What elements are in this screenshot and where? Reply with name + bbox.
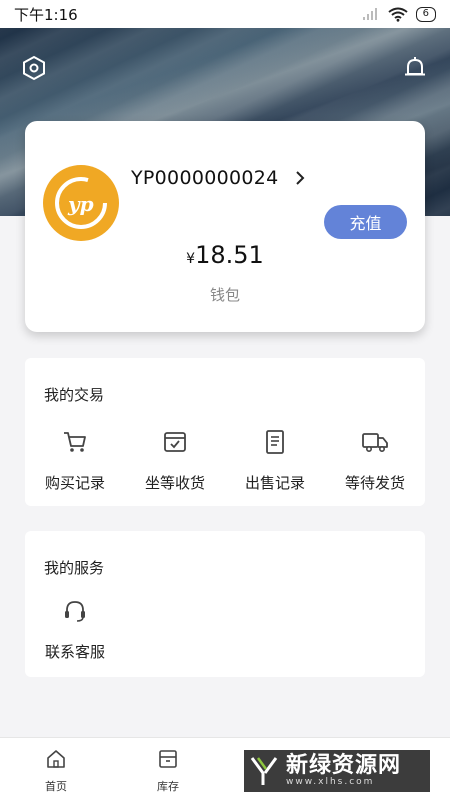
- delivery-truck-icon: [362, 433, 388, 452]
- wallet-balance: ¥18.51: [25, 241, 425, 269]
- currency-symbol: ¥: [186, 251, 196, 267]
- shopping-cart-icon: [64, 432, 86, 452]
- tab-label: 库存: [157, 780, 179, 793]
- service-item-contact-support[interactable]: 联系客服: [25, 597, 125, 662]
- balance-amount: 18.51: [195, 241, 264, 269]
- hexagon-settings-icon: [23, 55, 45, 81]
- account-card: yp YP0000000024 充值 ¥18.51 钱包: [25, 121, 425, 332]
- watermark-logo-icon: [250, 757, 278, 785]
- tab-home[interactable]: 首页: [16, 748, 96, 794]
- tab-inventory[interactable]: 库存: [128, 748, 208, 794]
- bell-icon: [405, 57, 425, 76]
- trade-item-label: 坐等收货: [144, 474, 205, 492]
- section-title: 我的服务: [44, 559, 105, 577]
- wifi-icon: [388, 7, 408, 22]
- section-title: 我的交易: [44, 386, 105, 404]
- trade-item-sale-records[interactable]: 出售记录: [225, 428, 325, 493]
- my-trades-section: 我的交易 购买记录 坐等收货 出售记录 等待发货: [25, 358, 425, 506]
- status-time: 下午1:16: [14, 5, 78, 24]
- recharge-button[interactable]: 充值: [324, 205, 407, 239]
- wallet-label[interactable]: 钱包: [25, 284, 425, 305]
- my-services-section: 我的服务 联系客服: [25, 531, 425, 677]
- signal-icon: [362, 8, 377, 20]
- status-bar: 下午1:16 6: [0, 0, 450, 28]
- home-icon: [47, 750, 65, 768]
- status-indicators: 6: [362, 6, 436, 22]
- trade-item-awaiting-shipment[interactable]: 等待发货: [325, 428, 425, 493]
- tab-label: 首页: [45, 780, 67, 793]
- watermark-text: 新绿资源网: [286, 753, 402, 778]
- avatar[interactable]: yp: [43, 165, 119, 241]
- svg-text:yp: yp: [67, 192, 94, 216]
- trade-item-purchase-records[interactable]: 购买记录: [25, 428, 125, 493]
- document-list-icon: [266, 430, 284, 454]
- chevron-right-icon: [295, 171, 304, 185]
- box-check-icon: [164, 432, 186, 452]
- battery-indicator: 6: [415, 6, 436, 22]
- yp-logo-icon: yp: [55, 177, 107, 229]
- inventory-box-icon: [159, 750, 177, 768]
- username: YP0000000024: [131, 167, 279, 189]
- watermark-url: www.xlhs.com: [286, 777, 375, 787]
- trade-item-awaiting-receipt[interactable]: 坐等收货: [125, 428, 225, 493]
- watermark-overlay: 新绿资源网 www.xlhs.com: [244, 750, 430, 792]
- profile-link[interactable]: YP0000000024: [131, 167, 305, 189]
- notifications-button[interactable]: [401, 54, 429, 82]
- trade-item-label: 等待发货: [344, 474, 405, 492]
- service-item-label: 联系客服: [44, 643, 105, 661]
- trade-item-label: 出售记录: [244, 474, 305, 492]
- settings-button[interactable]: [20, 54, 48, 82]
- trade-item-label: 购买记录: [44, 474, 105, 492]
- headset-icon: [65, 601, 85, 622]
